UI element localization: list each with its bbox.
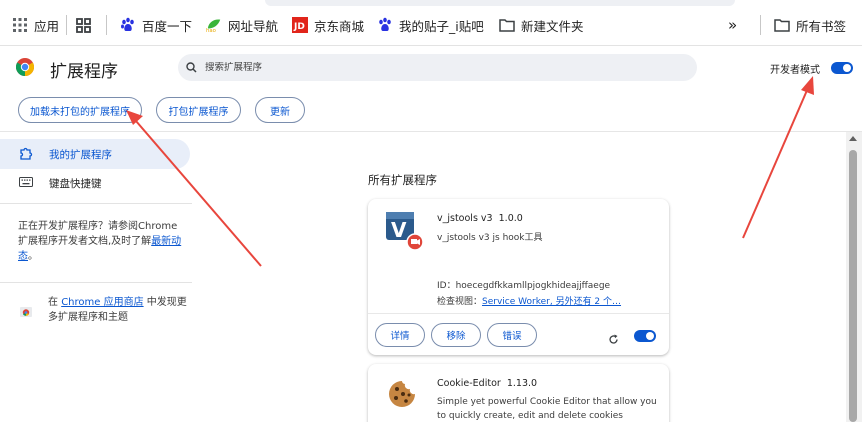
page-title: 扩展程序 — [50, 62, 118, 82]
bookmark-label: 所有书签 — [796, 18, 847, 34]
chrome-logo-icon — [15, 58, 35, 76]
extension-id-label: ID： — [437, 281, 456, 291]
bookmark-label: 我的贴子_i贴吧 — [399, 18, 484, 34]
dev-docs-text: 正在开发扩展程序？请参阅Chrome 扩展程序开发者文档,及时了解最新动态。 — [18, 219, 183, 264]
section-title: 所有扩展程序 — [368, 173, 437, 187]
web-store-text: 在 Chrome 应用商店 中发现更多扩展程序和主题 — [48, 295, 188, 325]
extension-version: 1.0.0 — [498, 213, 523, 224]
extension-name: Cookie-Editor — [437, 378, 501, 389]
bookmarks-bar: 应用 百度一下 hao 网址导航 JD 京东商城 我的贴子_i贴吧 新建文件夹 … — [0, 0, 862, 46]
scroll-up-arrow-icon[interactable] — [849, 136, 857, 141]
errors-button[interactable]: 错误 — [487, 323, 537, 347]
remove-button[interactable]: 移除 — [431, 323, 481, 347]
scrollbar-thumb[interactable] — [849, 150, 857, 422]
divider — [66, 15, 67, 35]
details-button[interactable]: 详情 — [375, 323, 425, 347]
address-bar-edge — [265, 0, 735, 6]
bookmark-label: 网址导航 — [228, 18, 279, 34]
dev-docs-text-end: 。 — [28, 251, 38, 262]
chevron-double-right-icon: » — [728, 16, 738, 34]
bookmark-baidu[interactable]: 百度一下 — [120, 14, 192, 36]
dev-mode-toggle[interactable] — [831, 62, 853, 74]
load-unpacked-button[interactable]: 加载未打包的扩展程序 — [18, 97, 142, 123]
bookmark-folder[interactable]: 新建文件夹 — [499, 14, 584, 36]
header-divider — [0, 131, 862, 132]
bookmark-label: 京东商城 — [314, 18, 365, 34]
all-bookmarks[interactable]: 所有书签 — [774, 14, 846, 36]
pack-extension-button[interactable]: 打包扩展程序 — [156, 97, 241, 123]
svg-text:V: V — [391, 218, 407, 242]
bookmark-label: 应用 — [34, 18, 60, 34]
divider — [106, 15, 107, 35]
svg-text:hao: hao — [206, 28, 216, 33]
bookmark-apps[interactable]: 应用 — [12, 14, 59, 36]
reload-icon[interactable] — [608, 330, 619, 349]
cookie-icon — [388, 380, 416, 412]
search-box[interactable] — [178, 54, 697, 81]
extension-version: 1.13.0 — [506, 378, 538, 389]
divider — [368, 313, 669, 314]
divider — [0, 203, 192, 204]
sidebar-item-my-extensions[interactable]: 我的扩展程序 — [0, 139, 190, 169]
extension-card: Cookie-Editor 1.13.0 Simple yet powerful… — [368, 364, 669, 422]
extension-description: Simple yet powerful Cookie Editor that a… — [437, 397, 657, 421]
inspect-views-link[interactable]: Service Worker, 另外还有 2 个… — [482, 297, 621, 307]
svg-text:JD: JD — [293, 22, 305, 32]
extension-title: v_jstools v3 1.0.0 — [437, 213, 523, 224]
extension-name: v_jstools v3 — [437, 213, 493, 224]
puzzle-icon — [19, 146, 33, 163]
folder-icon — [499, 17, 515, 33]
bookmark-jd[interactable]: JD 京东商城 — [292, 14, 364, 36]
annotation-arrow-dev-mode — [742, 76, 814, 239]
bookmarks-overflow-button[interactable]: » — [728, 14, 737, 36]
inspect-views-label: 检查视图： — [437, 297, 483, 307]
bookmark-grid[interactable] — [75, 14, 91, 36]
jd-logo-icon: JD — [292, 17, 308, 33]
extension-title: Cookie-Editor 1.13.0 — [437, 378, 537, 389]
sidebar-item-shortcuts[interactable]: 键盘快捷键 — [0, 168, 190, 198]
bookmark-hao123[interactable]: hao 网址导航 — [206, 14, 278, 36]
extension-enable-toggle[interactable] — [634, 330, 656, 342]
web-store-icon — [19, 303, 33, 317]
extension-description: v_jstools v3 js hook工具 — [437, 233, 543, 243]
apps-grid-icon — [12, 17, 28, 33]
web-store-text-part: 在 — [48, 297, 58, 308]
inspect-views-row: 检查视图：Service Worker, 另外还有 2 个… — [437, 294, 621, 307]
sidebar-item-label: 我的扩展程序 — [49, 148, 112, 161]
divider — [0, 282, 192, 283]
dev-mode-label: 开发者模式 — [770, 65, 820, 76]
v-jstools-logo-icon: V — [386, 212, 424, 251]
divider — [760, 15, 761, 35]
tieba-paw-icon — [377, 17, 393, 33]
bookmark-label: 新建文件夹 — [521, 18, 584, 34]
keyboard-icon — [19, 176, 33, 190]
sidebar-item-label: 键盘快捷键 — [49, 177, 102, 190]
tab-groups-icon — [75, 17, 91, 33]
search-input[interactable] — [205, 62, 605, 73]
update-button[interactable]: 更新 — [255, 97, 305, 123]
baidu-paw-icon — [120, 17, 136, 33]
web-store-link[interactable]: Chrome 应用商店 — [61, 297, 143, 308]
bookmark-label: 百度一下 — [142, 18, 193, 34]
hao123-leaf-icon: hao — [206, 17, 222, 33]
search-icon — [186, 58, 197, 77]
extension-id-row: ID：hoecegdfkkamllpjogkhideajjffaege — [437, 278, 610, 291]
folder-icon — [774, 17, 790, 33]
extension-id: hoecegdfkkamllpjogkhideajjffaege — [455, 281, 611, 291]
bookmark-tieba[interactable]: 我的贴子_i贴吧 — [377, 14, 484, 36]
extension-card: V v_jstools v3 1.0.0 v_jstools v3 js hoo… — [368, 199, 669, 355]
